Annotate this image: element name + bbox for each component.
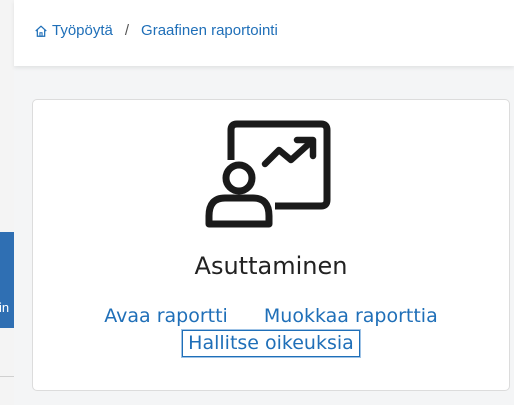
sidebar-edge: in	[0, 0, 14, 405]
report-actions: Avaa raportti Muokkaa raporttia Hallitse…	[33, 305, 509, 357]
sidebar-active-item[interactable]: in	[0, 232, 14, 328]
presentation-chart-icon	[205, 120, 331, 228]
breadcrumb-separator: /	[124, 22, 130, 39]
breadcrumb: Työpöytä / Graafinen raportointi	[34, 22, 278, 39]
page: in Työpöytä / Graafinen raportointi Asut…	[0, 0, 514, 405]
report-actions-row: Avaa raportti Muokkaa raporttia	[33, 305, 509, 327]
sidebar-active-item-label: in	[0, 300, 10, 315]
breadcrumb-home-link[interactable]: Työpöytä	[52, 22, 113, 39]
divider	[0, 376, 14, 377]
report-title: Asuttaminen	[194, 252, 348, 280]
report-card: Asuttaminen Avaa raportti Muokkaa raport…	[32, 99, 510, 391]
home-icon	[35, 25, 47, 37]
header-bar: Työpöytä / Graafinen raportointi	[14, 0, 514, 66]
breadcrumb-current-link[interactable]: Graafinen raportointi	[141, 22, 278, 39]
report-actions-row-2: Hallitse oikeuksia	[33, 330, 509, 357]
manage-permissions-link[interactable]: Hallitse oikeuksia	[182, 330, 360, 357]
edit-report-link[interactable]: Muokkaa raporttia	[264, 305, 438, 327]
open-report-link[interactable]: Avaa raportti	[104, 305, 228, 327]
main-content: Työpöytä / Graafinen raportointi Asuttam…	[14, 0, 514, 405]
